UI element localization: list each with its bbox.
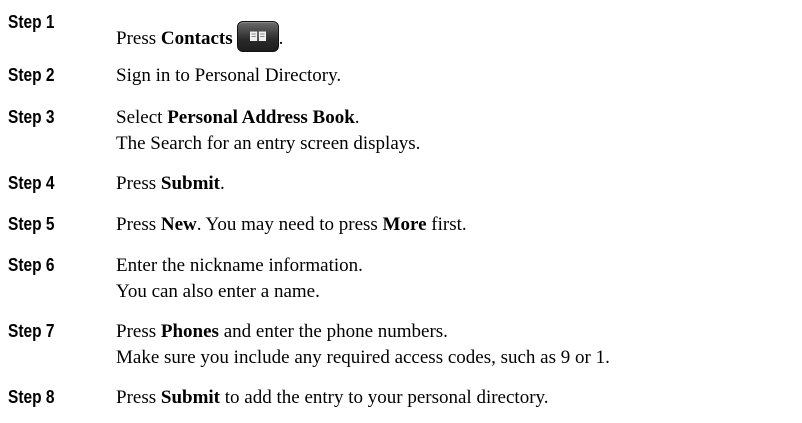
step-detail: You can also enter a name. (116, 281, 320, 302)
step-instruction: Press Phones and enter the phone numbers… (116, 321, 448, 342)
step-body: Press Phones and enter the phone numbers… (116, 319, 796, 371)
step-body: Select Personal Address Book. The Search… (116, 105, 796, 157)
step-label: Step 8 (8, 387, 55, 407)
step-instruction: Sign in to Personal Directory. (116, 65, 342, 86)
procedure-steps: Step 1 Press Contacts. Step 2 Sign in to… (0, 0, 802, 423)
step-instruction: Press Submit. (116, 173, 225, 194)
step-label: Step 4 (8, 173, 55, 193)
step-instruction: Select Personal Address Book. (116, 107, 360, 128)
contacts-label: Contacts (160, 28, 233, 49)
step-instruction: Enter the nickname information. (116, 255, 363, 276)
step-body: Sign in to Personal Directory. (116, 63, 796, 89)
step-body: Press New. You may need to press More fi… (116, 212, 796, 238)
step-instruction: Press Submit to add the entry to your pe… (116, 387, 549, 408)
step-body: Press Submit to add the entry to your pe… (116, 385, 796, 411)
step-body: Press Contacts. (116, 21, 796, 52)
step-label: Step 6 (8, 255, 55, 275)
step-body: Enter the nickname information. You can … (116, 253, 796, 305)
step-label: Step 5 (8, 214, 55, 234)
contacts-button-icon (236, 21, 279, 52)
step-body: Press Submit. (116, 171, 796, 197)
step-label: Step 7 (8, 321, 55, 341)
step-detail: Make sure you include any required acces… (116, 347, 610, 368)
step-label: Step 2 (8, 65, 55, 85)
step-label: Step 1 (8, 12, 55, 32)
step-instruction: Press Contacts. (116, 21, 796, 52)
step-label: Step 3 (8, 107, 55, 127)
step-detail: The Search for an entry screen displays. (116, 133, 421, 154)
step-instruction: Press New. You may need to press More fi… (116, 214, 467, 235)
book-icon (249, 31, 266, 41)
